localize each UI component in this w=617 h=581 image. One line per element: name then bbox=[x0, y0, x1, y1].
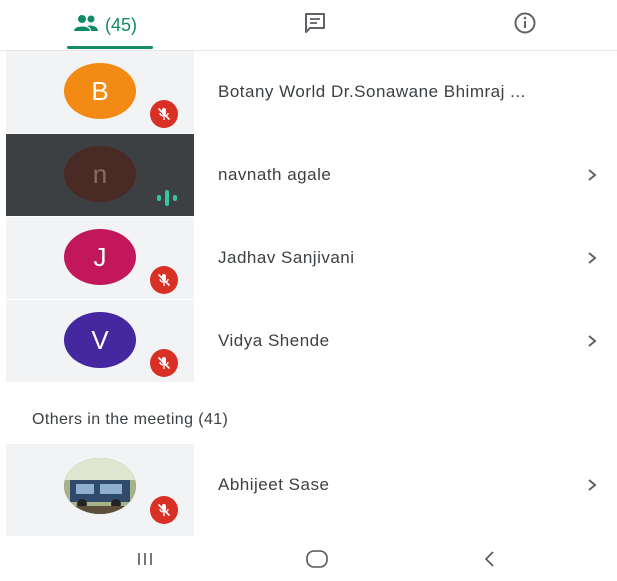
chevron-right-icon[interactable] bbox=[586, 300, 598, 382]
participant-name: Jadhav Sanjivani bbox=[218, 248, 355, 267]
mic-off-icon bbox=[150, 100, 178, 128]
avatar: V bbox=[64, 312, 136, 368]
participant-name: Botany World Dr.Sonawane Bhimraj ... bbox=[218, 82, 526, 101]
participant-row[interactable]: B Botany World Dr.Sonawane Bhimraj ... bbox=[0, 51, 617, 133]
home-icon[interactable] bbox=[304, 548, 330, 575]
avatar: n bbox=[64, 146, 136, 202]
participant-row[interactable]: n navnath agale bbox=[0, 134, 617, 216]
tab-info[interactable] bbox=[490, 0, 560, 50]
avatar: B bbox=[64, 63, 136, 119]
avatar: J bbox=[64, 229, 136, 285]
tab-bar: (45) bbox=[0, 0, 617, 51]
participant-name: Abhijeet Sase bbox=[218, 475, 330, 494]
info-icon bbox=[513, 11, 537, 40]
chevron-right-icon[interactable] bbox=[586, 217, 598, 299]
active-tab-indicator bbox=[67, 46, 153, 49]
tab-people[interactable]: (45) bbox=[55, 0, 155, 50]
participant-count: (45) bbox=[104, 14, 137, 35]
others-section-label: Others in the meeting (41) bbox=[32, 411, 229, 428]
participant-name: navnath agale bbox=[218, 165, 332, 184]
system-nav-bar bbox=[0, 540, 617, 581]
participant-row[interactable]: J Jadhav Sanjivani bbox=[0, 217, 617, 299]
mic-off-icon bbox=[150, 349, 178, 377]
participant-row[interactable]: Abhijeet Sase bbox=[0, 444, 617, 536]
speaking-indicator-icon bbox=[155, 188, 181, 213]
back-icon[interactable] bbox=[480, 548, 500, 575]
people-icon bbox=[73, 14, 99, 37]
mic-off-icon bbox=[150, 496, 178, 524]
avatar bbox=[64, 458, 136, 514]
recents-icon[interactable] bbox=[134, 548, 156, 575]
chevron-right-icon[interactable] bbox=[586, 444, 598, 526]
mic-off-icon bbox=[150, 266, 178, 294]
chat-icon bbox=[303, 12, 327, 39]
chevron-right-icon[interactable] bbox=[586, 134, 598, 216]
participant-row[interactable]: V Vidya Shende bbox=[0, 300, 617, 382]
tab-chat[interactable] bbox=[280, 0, 350, 50]
participant-name: Vidya Shende bbox=[218, 331, 330, 350]
